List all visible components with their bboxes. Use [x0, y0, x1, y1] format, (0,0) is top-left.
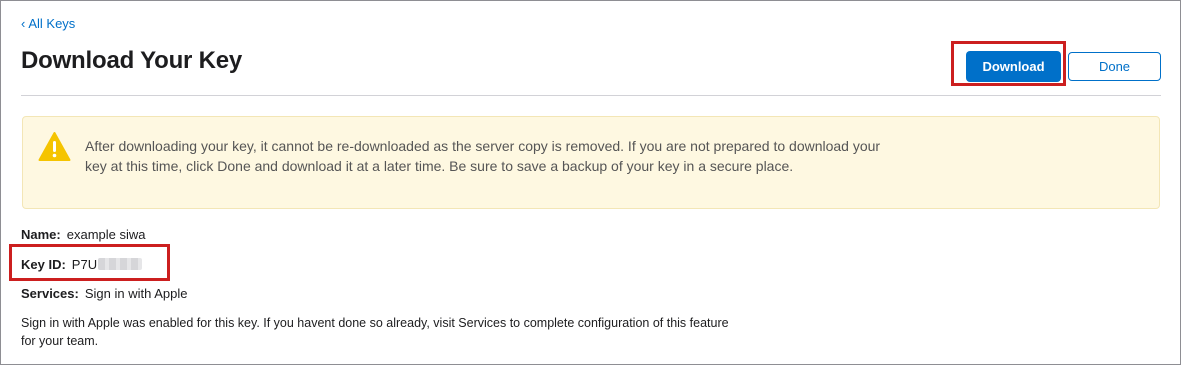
services-value: Sign in with Apple: [84, 286, 188, 301]
key-id-value: P7U: [71, 257, 98, 272]
configuration-note: Sign in with Apple was enabled for this …: [21, 316, 729, 348]
name-value: example siwa: [66, 227, 146, 242]
warning-triangle-icon: [38, 132, 71, 161]
services-row: Services: Sign in with Apple: [21, 286, 187, 301]
back-link-label: All Keys: [28, 16, 76, 31]
header-divider: [21, 95, 1161, 96]
name-label: Name:: [21, 227, 61, 242]
warning-text: After downloading your key, it cannot be…: [85, 138, 881, 174]
key-id-row: Key ID: P7U: [21, 257, 143, 272]
key-id-label: Key ID:: [21, 257, 66, 272]
back-to-all-keys-link[interactable]: ‹ All Keys: [21, 16, 75, 31]
download-button[interactable]: Download: [966, 51, 1061, 82]
name-row: Name: example siwa: [21, 227, 146, 242]
services-label: Services:: [21, 286, 79, 301]
done-button[interactable]: Done: [1068, 52, 1161, 81]
chevron-left-icon: ‹: [21, 16, 26, 31]
page-title: Download Your Key: [21, 47, 243, 74]
warning-banner: After downloading your key, it cannot be…: [22, 116, 1160, 209]
key-id-redaction: [98, 258, 143, 270]
